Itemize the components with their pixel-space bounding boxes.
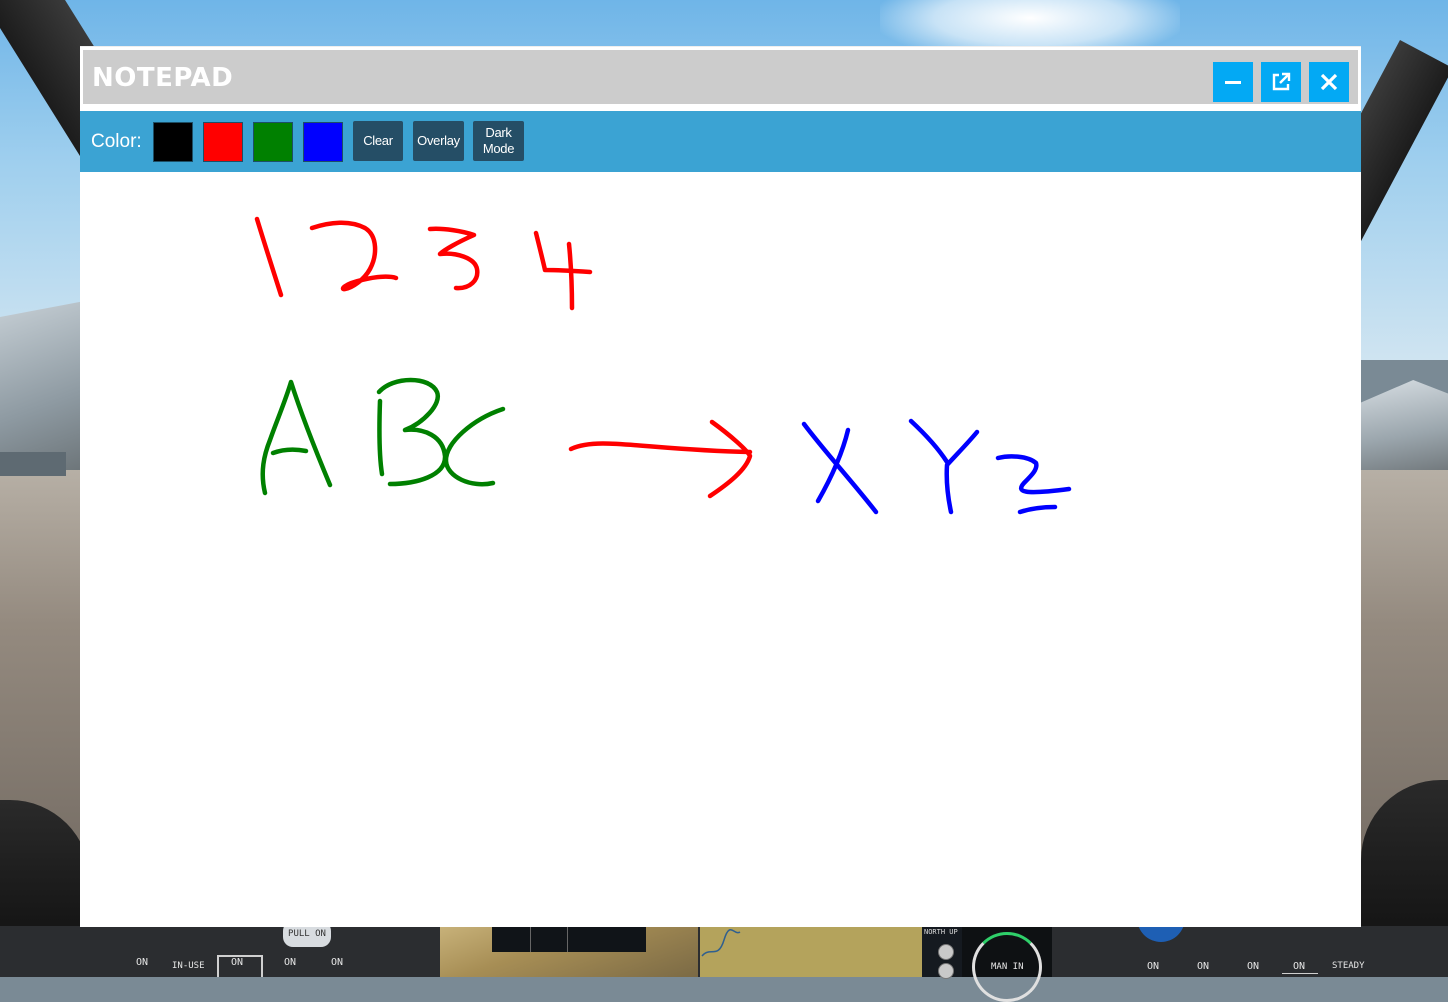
dark-mode-button[interactable]: Dark Mode [473,121,524,161]
right-switch-label: ON [1247,961,1260,972]
dark-mode-label-line2: Mode [482,141,515,156]
handwriting-numbers [254,216,593,311]
handwriting-arrow [568,419,753,499]
clear-button[interactable]: Clear [353,121,403,161]
color-swatch-blue[interactable] [303,122,343,162]
close-button[interactable] [1309,62,1349,102]
color-label: Color: [91,131,142,152]
right-switch-label: STEADY [1332,961,1365,971]
overlay-button[interactable]: Overlay [413,121,464,161]
switch-label: ON [331,957,344,968]
switch-label: ON [136,957,149,968]
notepad-titlebar[interactable]: NOTEPAD [80,47,1361,107]
handwriting-letters-abc [260,377,506,496]
minimize-icon [1225,81,1241,84]
notepad-window: NOTEPAD Color: Clear Overlay Dark Mode [80,46,1361,927]
color-swatch-green[interactable] [253,122,293,162]
range-knob-up[interactable] [938,944,954,960]
close-icon [1320,73,1338,91]
right-switch-label: ON [1293,961,1306,972]
notepad-toolbar: Color: Clear Overlay Dark Mode [80,111,1361,172]
drawing-canvas[interactable] [80,172,1361,927]
switch-underline [1282,973,1318,974]
switch-label: ON [284,957,297,968]
hangar [0,452,66,476]
minimize-button[interactable] [1213,62,1253,102]
right-switch-label: ON [1197,961,1210,972]
north-up-label: NORTH UP [924,928,958,936]
switch-label: ON [231,957,244,968]
mountains-right [1361,380,1448,470]
color-swatch-red[interactable] [203,122,243,162]
right-switch-label: ON [1147,961,1160,972]
man-in-label: MAN IN [991,962,1024,972]
popout-icon [1272,72,1291,91]
popout-button[interactable] [1261,62,1301,102]
dark-mode-label-line1: Dark [485,125,512,140]
color-swatch-black[interactable] [153,122,193,162]
notepad-title: NOTEPAD [92,63,234,93]
mountains-left [0,300,90,470]
switch-label: IN-USE [172,961,205,971]
mfd-left-header [492,926,646,952]
handwriting-letters-xyz [801,418,1072,515]
